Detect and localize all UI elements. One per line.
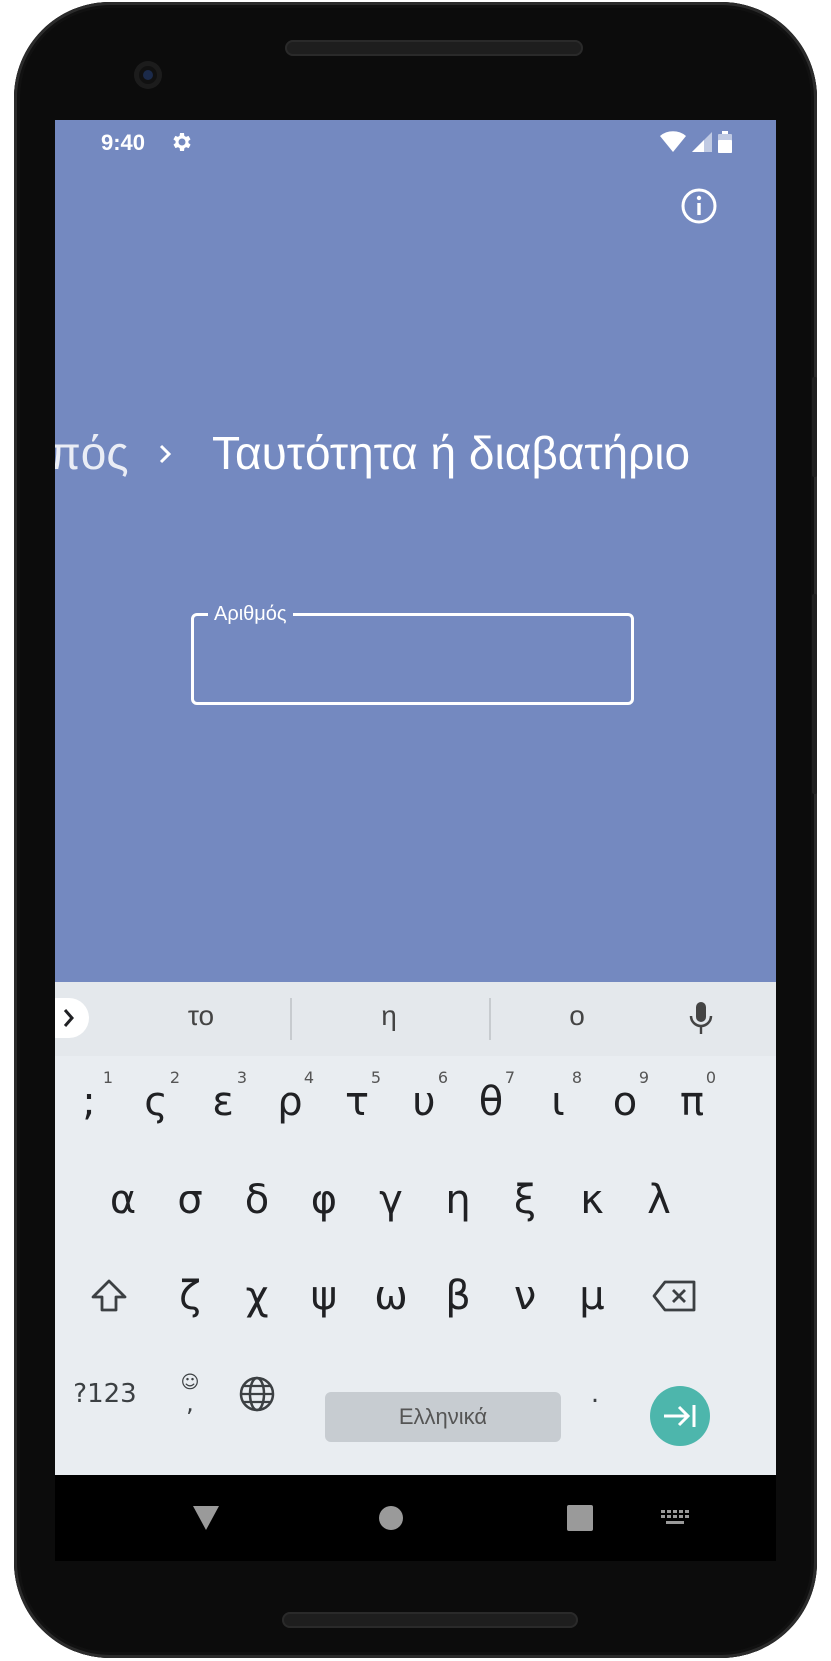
chevron-right-icon <box>159 444 172 464</box>
suggestion-3[interactable]: ο <box>517 1000 637 1032</box>
suggestion-divider <box>489 998 491 1040</box>
nav-recents-icon[interactable] <box>567 1505 593 1531</box>
wifi-icon <box>660 131 686 152</box>
key-hint: 2 <box>169 1068 180 1087</box>
key[interactable]: λ <box>625 1160 693 1240</box>
period-key[interactable]: . <box>561 1354 629 1434</box>
key[interactable]: ε3 <box>189 1062 257 1142</box>
keyboard-switch-icon[interactable] <box>661 1510 689 1526</box>
comma-label: , <box>186 1389 194 1417</box>
key-hint: 6 <box>437 1068 448 1087</box>
key-label: ς <box>144 1079 168 1125</box>
expand-toolbar-button[interactable] <box>55 998 89 1038</box>
key[interactable]: κ <box>558 1160 626 1240</box>
key-label: ο <box>612 1079 638 1125</box>
front-camera <box>134 61 162 89</box>
symbols-key[interactable]: ?123 <box>71 1354 139 1434</box>
enter-arrow-icon <box>664 1405 696 1427</box>
breadcrumb-current: Ταυτότητα ή διαβατήριο <box>212 427 691 479</box>
key[interactable]: γ <box>357 1160 425 1240</box>
key-hint: 9 <box>638 1068 649 1087</box>
key-hint: 7 <box>504 1068 515 1087</box>
status-icons <box>660 130 732 154</box>
nav-back-icon[interactable] <box>191 1504 221 1532</box>
key-hint: 3 <box>236 1068 247 1087</box>
breadcrumb-previous[interactable]: πός <box>55 426 129 480</box>
key[interactable]: ζ <box>156 1256 224 1336</box>
volume-button <box>812 594 817 794</box>
key[interactable]: ι8 <box>524 1062 592 1142</box>
key-label: ε <box>212 1079 234 1125</box>
key-label: π <box>679 1079 705 1125</box>
key[interactable]: ρ4 <box>256 1062 324 1142</box>
key[interactable]: ς2 <box>122 1062 190 1142</box>
key[interactable]: ξ <box>491 1160 559 1240</box>
suggestion-2[interactable]: η <box>329 1000 449 1032</box>
key[interactable]: υ6 <box>390 1062 458 1142</box>
enter-key[interactable] <box>650 1386 710 1446</box>
suggestion-divider <box>290 998 292 1040</box>
key[interactable]: ψ <box>290 1256 358 1336</box>
key-hint: 5 <box>370 1068 381 1087</box>
number-field[interactable]: Αριθμός <box>191 602 634 705</box>
on-screen-keyboard: το η ο ; 1 ς2 ε3 ρ4 τ5 υ6 θ7 ι8 ο9 π0 α σ… <box>55 982 776 1475</box>
key[interactable]: ν <box>491 1256 559 1336</box>
space-key[interactable]: Ελληνικά <box>325 1392 561 1442</box>
key[interactable]: π0 <box>658 1062 726 1142</box>
navigation-bar <box>55 1475 776 1561</box>
gear-icon <box>173 133 191 151</box>
suggestion-bar: το η ο <box>55 982 776 1056</box>
number-field-label: Αριθμός <box>208 602 293 626</box>
key[interactable]: α <box>89 1160 157 1240</box>
key[interactable]: η <box>424 1160 492 1240</box>
shift-icon <box>91 1279 127 1312</box>
key-hint: 8 <box>571 1068 582 1087</box>
key-label: ι <box>551 1079 565 1125</box>
key[interactable]: ; 1 <box>55 1062 123 1142</box>
key[interactable]: ο9 <box>591 1062 659 1142</box>
key[interactable]: ω <box>357 1256 425 1336</box>
shift-key[interactable] <box>75 1256 143 1336</box>
backspace-icon <box>652 1280 696 1312</box>
key-hint: 4 <box>303 1068 314 1087</box>
key[interactable]: θ7 <box>457 1062 525 1142</box>
key[interactable]: δ <box>223 1160 291 1240</box>
key-hint: 0 <box>705 1068 716 1087</box>
top-speaker <box>285 40 583 56</box>
globe-icon <box>239 1376 275 1412</box>
key-label: ρ <box>277 1079 303 1125</box>
bottom-speaker <box>282 1612 578 1628</box>
mic-icon[interactable] <box>687 1000 715 1036</box>
key-label: ; <box>82 1079 96 1125</box>
suggestion-1[interactable]: το <box>141 1000 261 1032</box>
key[interactable]: σ <box>156 1160 224 1240</box>
key-label: τ <box>344 1079 370 1125</box>
emoji-comma-key[interactable]: ☺ , <box>156 1354 224 1434</box>
power-button <box>812 377 817 477</box>
key[interactable]: μ <box>558 1256 626 1336</box>
key-label: υ <box>412 1079 436 1125</box>
battery-icon <box>718 131 732 153</box>
key[interactable]: τ5 <box>323 1062 391 1142</box>
info-icon[interactable] <box>679 186 719 226</box>
key-label: θ <box>478 1079 504 1125</box>
screen: 9:40 πός Ταυτότητα ή διαβατήριο Αριθμός <box>55 120 776 1561</box>
key-hint: 1 <box>102 1068 113 1087</box>
key[interactable]: β <box>424 1256 492 1336</box>
backspace-key[interactable] <box>641 1256 709 1336</box>
status-time: 9:40 <box>101 130 146 155</box>
signal-icon <box>692 132 712 152</box>
key[interactable]: φ <box>290 1160 358 1240</box>
nav-home-icon[interactable] <box>378 1505 404 1531</box>
chevron-right-icon <box>63 1009 74 1027</box>
language-key[interactable] <box>223 1354 291 1434</box>
number-input[interactable] <box>212 644 616 686</box>
key[interactable]: χ <box>223 1256 291 1336</box>
